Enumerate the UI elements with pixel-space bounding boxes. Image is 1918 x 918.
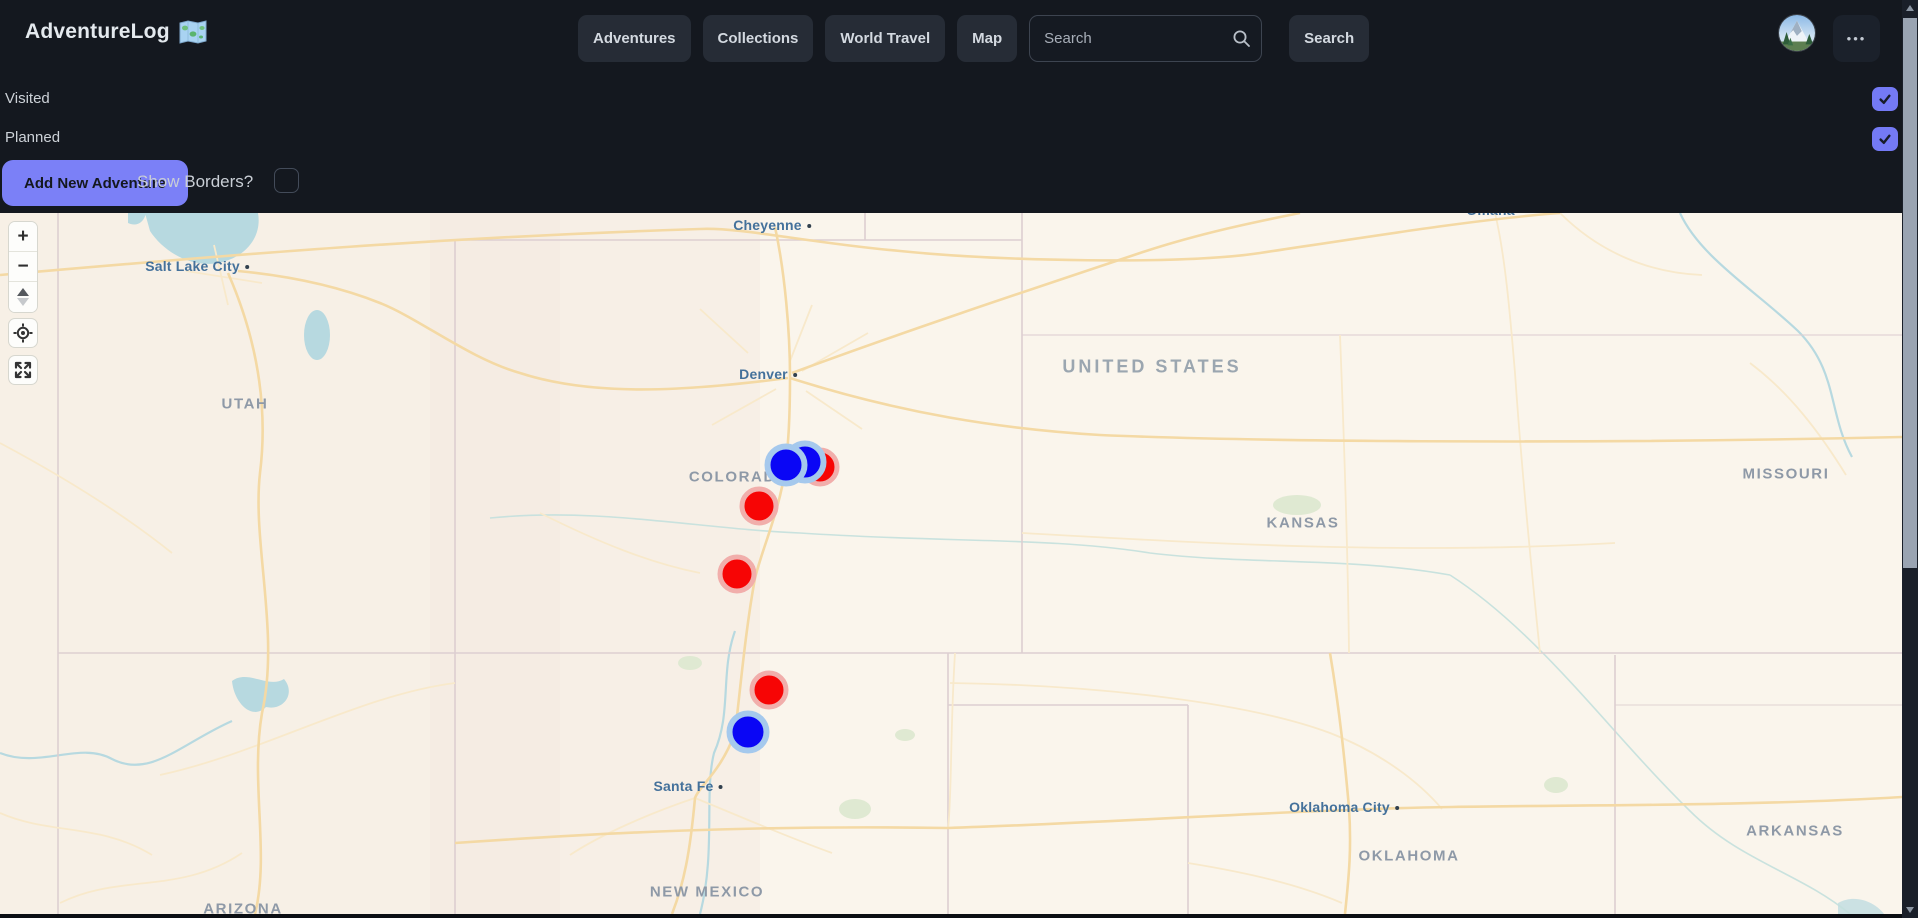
fullscreen-button[interactable] — [8, 355, 38, 385]
map-city-label: Oklahoma City — [1289, 799, 1399, 815]
scrollbar-down-arrow[interactable] — [1906, 907, 1914, 913]
zoom-out-button[interactable]: − — [9, 252, 37, 282]
map-zoom-controls: + − — [8, 221, 38, 313]
world-map-emoji-icon — [179, 20, 207, 44]
compass-down-icon — [17, 298, 29, 306]
planned-label: Planned — [5, 129, 60, 146]
map-canvas[interactable]: UNITED STATESUTAHCOLORADOKANSASMISSOURIO… — [0, 213, 1902, 914]
map-state-label: OKLAHOMA — [1358, 848, 1459, 865]
city-dot — [1395, 806, 1399, 810]
city-dot — [718, 785, 722, 789]
city-dot — [807, 224, 811, 228]
map-marker-red[interactable] — [718, 555, 757, 594]
map-city-label: Salt Lake City — [145, 258, 249, 274]
search-input[interactable] — [1029, 15, 1262, 62]
map-state-label: ARIZONA — [203, 901, 283, 915]
map-city-label: Denver — [739, 366, 797, 382]
search-wrap — [1029, 15, 1262, 62]
nav-buttons: Adventures CollectionsWorld Travel Map — [578, 15, 1017, 62]
avatar[interactable] — [1778, 14, 1816, 52]
nav-button-map[interactable]: Map — [957, 15, 1017, 62]
map-marker-red[interactable] — [740, 487, 779, 526]
scrollbar-thumb[interactable] — [1903, 18, 1917, 568]
nav-button-world-travel[interactable]: World Travel — [825, 15, 945, 62]
overflow-menu-button[interactable]: ••• — [1833, 15, 1880, 62]
search-icon — [1232, 29, 1251, 48]
city-dot — [245, 265, 249, 269]
main-nav: Adventures CollectionsWorld Travel Map Sea… — [578, 15, 1369, 62]
checkmark-icon — [1877, 132, 1893, 146]
checkmark-icon — [1877, 92, 1893, 106]
map-marker-blue[interactable] — [727, 711, 770, 754]
show-borders-checkbox[interactable] — [274, 168, 299, 193]
map-marker-blue[interactable] — [765, 444, 808, 487]
map-state-label: UTAH — [222, 396, 269, 413]
app-title: AdventureLog — [25, 20, 170, 44]
city-dot — [793, 373, 797, 377]
map-overlay: UNITED STATESUTAHCOLORADOKANSASMISSOURIO… — [0, 213, 1902, 914]
nav-button-adventures[interactable]: Adventures — [578, 15, 691, 62]
app-header: AdventureLog Adventures CollectionsWorld … — [0, 0, 1918, 213]
map-city-label: Omaha — [1466, 213, 1523, 218]
visited-checkbox[interactable] — [1872, 87, 1898, 111]
zoom-in-button[interactable]: + — [9, 222, 37, 252]
fullscreen-icon — [13, 360, 33, 380]
page-scrollbar[interactable] — [1902, 0, 1918, 918]
planned-checkbox[interactable] — [1872, 127, 1898, 151]
app-logo[interactable]: AdventureLog — [25, 20, 207, 44]
map-marker-red[interactable] — [750, 671, 789, 710]
map-state-label: KANSAS — [1267, 515, 1340, 532]
map-city-label: Cheyenne — [733, 217, 811, 233]
scrollbar-up-arrow[interactable] — [1906, 5, 1914, 11]
geolocate-button[interactable] — [8, 318, 38, 348]
compass-up-icon — [17, 288, 29, 296]
visited-label: Visited — [5, 90, 50, 107]
map-country-label: UNITED STATES — [1062, 357, 1241, 378]
geolocate-icon — [13, 323, 33, 343]
map-city-label: Santa Fe — [654, 778, 723, 794]
map-state-label: ARKANSAS — [1746, 823, 1844, 840]
show-borders-label: Show Borders? — [137, 172, 253, 192]
search-button[interactable]: Search — [1289, 15, 1369, 62]
map-state-label: NEW MEXICO — [650, 884, 764, 901]
nav-button-collections[interactable]: Collections — [703, 15, 814, 62]
map-state-label: MISSOURI — [1743, 466, 1830, 483]
avatar-image — [1779, 15, 1815, 51]
bottom-strip — [0, 914, 1902, 918]
compass-button[interactable] — [9, 282, 37, 312]
